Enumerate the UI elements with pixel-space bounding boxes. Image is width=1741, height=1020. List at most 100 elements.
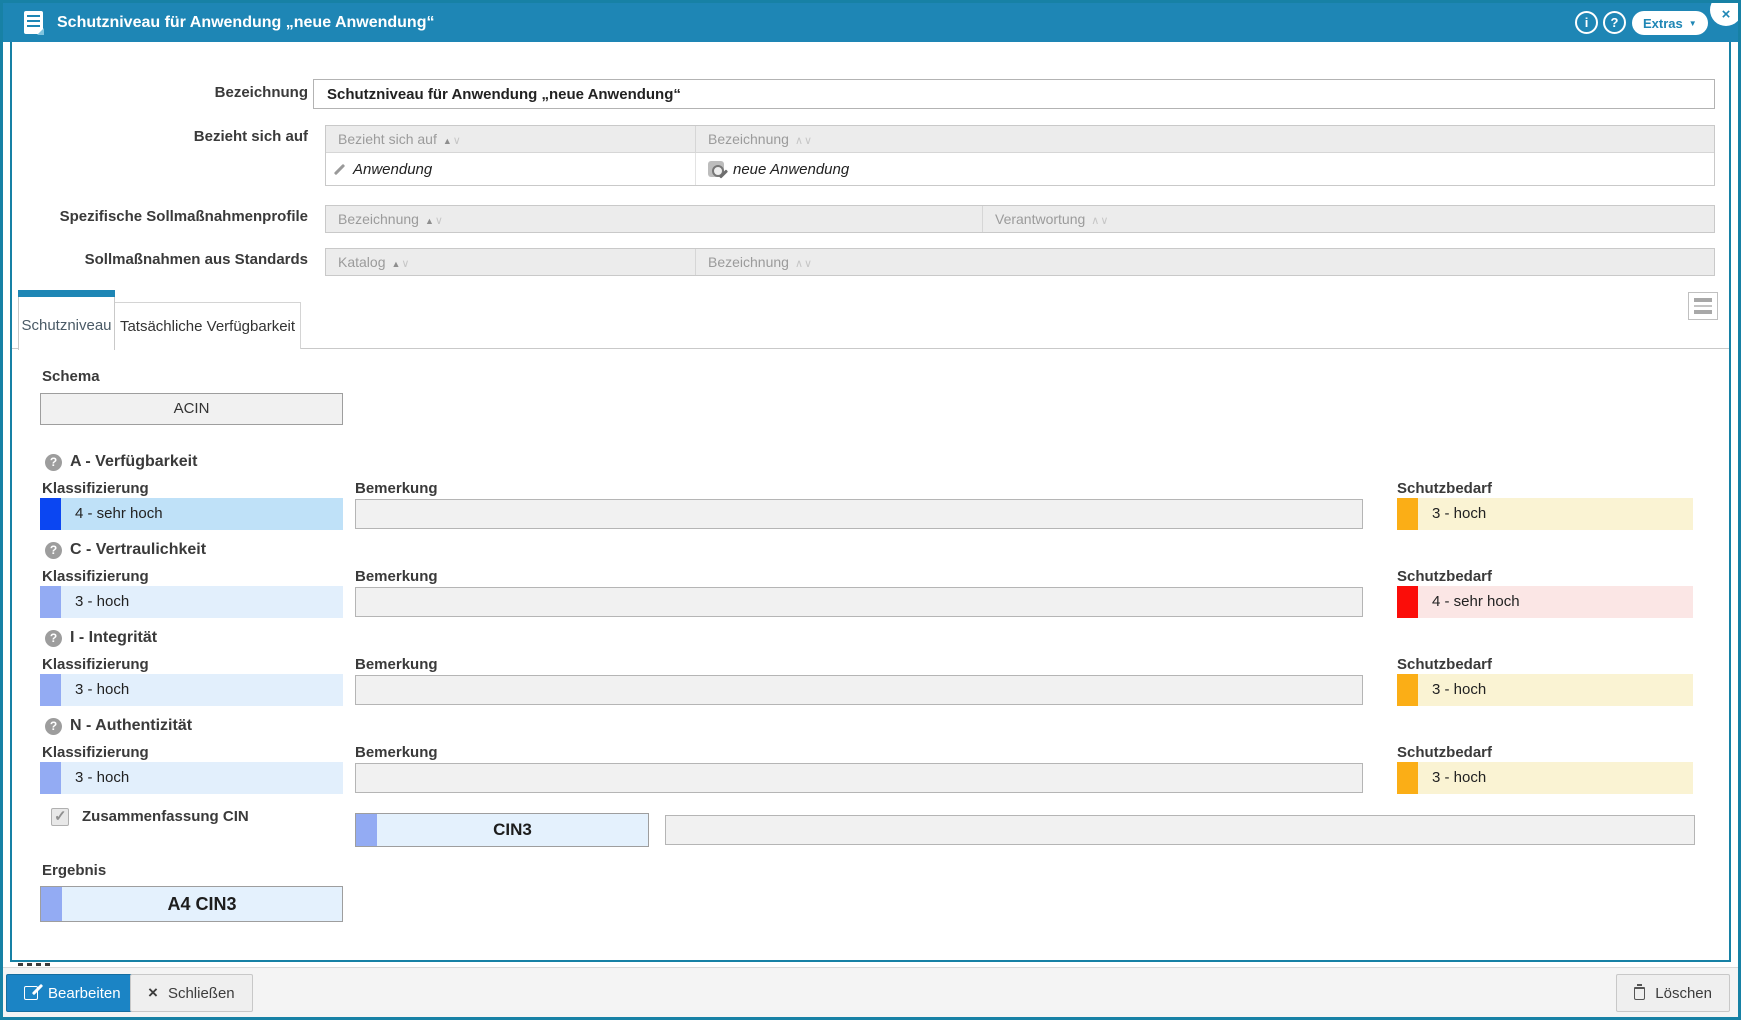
bezeichnung-label: Bezeichnung (12, 84, 308, 101)
klassifizierung-label: Klassifizierung (42, 656, 149, 673)
table-row[interactable]: Anwendung neue Anwendung (326, 152, 1714, 185)
table-header-row: Katalog Bezeichnung (326, 249, 1714, 275)
schema-label: Schema (42, 368, 100, 385)
schutzbedarf-value: 3 - hoch (1397, 674, 1693, 706)
content-panel: Bezeichnung Bezieht sich auf Spezifische… (10, 42, 1731, 962)
section-title: C - Vertraulichkeit (70, 541, 206, 559)
sort-icon (443, 126, 462, 154)
klassifizierung-select[interactable]: 3 - hoch (40, 586, 343, 618)
close-icon: × (1722, 6, 1731, 23)
schema-value-button[interactable]: ACIN (40, 393, 343, 425)
sollmassnahmenprofile-table: Bezeichnung Verantwortung (325, 205, 1715, 233)
section-title: I - Integrität (70, 629, 157, 647)
hamburger-icon (1694, 298, 1712, 302)
window-title: Schutzniveau für Anwendung „neue Anwendu… (57, 3, 434, 42)
edit-pencil-icon (24, 986, 38, 1000)
help-button[interactable]: ? (1603, 11, 1626, 34)
sort-icon (1091, 206, 1109, 234)
bezieht-sich-auf-table: Bezieht sich auf Bezeichnung Anwendung n… (325, 125, 1715, 186)
schutzbedarf-value: 3 - hoch (1397, 762, 1693, 794)
section-i-integritaet: I - Integrität Klassifizierung Bemerkung… (12, 629, 1729, 717)
chevron-down-icon: ▼ (1689, 19, 1697, 28)
sort-icon (425, 206, 444, 234)
schutzbedarf-color-strip (1397, 762, 1418, 794)
list-view-button[interactable] (1688, 292, 1718, 320)
loeschen-button[interactable]: Löschen (1616, 974, 1730, 1012)
classification-color-strip (40, 498, 61, 530)
column-header-verantwortung[interactable]: Verantwortung (983, 206, 1714, 232)
klassifizierung-label: Klassifizierung (42, 568, 149, 585)
sollmassnahmen-standards-table: Katalog Bezeichnung (325, 248, 1715, 276)
bemerkung-label: Bemerkung (355, 568, 438, 585)
schutzbedarf-color-strip (1397, 586, 1418, 618)
sort-icon (795, 126, 813, 154)
klassifizierung-select[interactable]: 3 - hoch (40, 674, 343, 706)
bearbeiten-button[interactable]: Bearbeiten (6, 974, 139, 1012)
column-header-katalog[interactable]: Katalog (326, 249, 696, 275)
tab-tatsaechliche-verfuegbarkeit[interactable]: Tatsächliche Verfügbarkeit (115, 302, 301, 349)
ergebnis-color-strip (41, 887, 62, 921)
section-c-vertraulichkeit: C - Vertraulichkeit Klassifizierung Beme… (12, 541, 1729, 629)
classification-color-strip (40, 762, 61, 794)
bemerkung-input[interactable] (355, 499, 1363, 529)
cin-summary-bemerkung[interactable] (665, 815, 1695, 845)
bemerkung-label: Bemerkung (355, 656, 438, 673)
klassifizierung-select[interactable]: 4 - sehr hoch (40, 498, 343, 530)
tab-schutzniveau[interactable]: Schutzniveau (18, 290, 115, 350)
document-icon (24, 11, 43, 34)
zusammenfassung-cin-checkbox[interactable] (51, 808, 69, 826)
bemerkung-input[interactable] (355, 763, 1363, 793)
bemerkung-label: Bemerkung (355, 480, 438, 497)
cell-object-name: neue Anwendung (696, 153, 1714, 185)
extras-dropdown-button[interactable]: Extras ▼ (1632, 11, 1708, 35)
pencil-icon (334, 163, 345, 174)
column-header-bezeichnung[interactable]: Bezeichnung (696, 249, 1714, 275)
section-title: A - Verfügbarkeit (70, 453, 197, 471)
trash-icon (1634, 987, 1645, 1000)
section-n-authentizitaet: N - Authentizität Klassifizierung Bemerk… (12, 717, 1729, 805)
schutzbedarf-value: 3 - hoch (1397, 498, 1693, 530)
cin-color-strip (356, 814, 377, 846)
ergebnis-label: Ergebnis (42, 862, 106, 879)
bemerkung-input[interactable] (355, 587, 1363, 617)
bemerkung-input[interactable] (355, 675, 1363, 705)
info-button[interactable]: i (1575, 11, 1598, 34)
schutzbedarf-label: Schutzbedarf (1397, 480, 1492, 497)
schutzbedarf-label: Schutzbedarf (1397, 568, 1492, 585)
bemerkung-label: Bemerkung (355, 744, 438, 761)
sort-icon (795, 249, 813, 277)
sort-icon (391, 249, 410, 277)
column-header-bezieht-sich-auf[interactable]: Bezieht sich auf (326, 126, 696, 152)
zusammenfassung-cin-label: Zusammenfassung CIN (82, 808, 249, 826)
column-header-bezeichnung[interactable]: Bezeichnung (696, 126, 1714, 152)
schutzbedarf-value: 4 - sehr hoch (1397, 586, 1693, 618)
sollmassnahmen-standards-label: Sollmaßnahmen aus Standards (12, 251, 308, 268)
extras-label: Extras (1643, 16, 1683, 31)
close-button[interactable]: × (1710, 0, 1741, 26)
schutzbedarf-color-strip (1397, 674, 1418, 706)
close-x-icon: × (148, 986, 158, 1000)
titlebar: Schutzniveau für Anwendung „neue Anwendu… (3, 3, 1738, 42)
cin-summary-value: CIN3 (355, 813, 649, 847)
footer-toolbar: Bearbeiten × Schließen Löschen (3, 967, 1738, 1017)
help-circle-icon[interactable] (45, 718, 62, 735)
klassifizierung-label: Klassifizierung (42, 480, 149, 497)
cell-object-type: Anwendung (326, 153, 696, 185)
table-header-row: Bezeichnung Verantwortung (326, 206, 1714, 232)
table-header-row: Bezieht sich auf Bezeichnung (326, 126, 1714, 152)
help-circle-icon[interactable] (45, 630, 62, 647)
classification-color-strip (40, 674, 61, 706)
bezeichnung-input[interactable] (313, 79, 1715, 109)
help-circle-icon[interactable] (45, 542, 62, 559)
column-header-bezeichnung[interactable]: Bezeichnung (326, 206, 983, 232)
bezieht-sich-auf-label: Bezieht sich auf (12, 128, 308, 145)
klassifizierung-select[interactable]: 3 - hoch (40, 762, 343, 794)
klassifizierung-label: Klassifizierung (42, 744, 149, 761)
record-window: Schutzniveau für Anwendung „neue Anwendu… (0, 0, 1741, 1020)
schutzbedarf-color-strip (1397, 498, 1418, 530)
schutzbedarf-label: Schutzbedarf (1397, 744, 1492, 761)
schliessen-button[interactable]: × Schließen (130, 974, 253, 1012)
help-circle-icon[interactable] (45, 454, 62, 471)
schutzbedarf-label: Schutzbedarf (1397, 656, 1492, 673)
classification-color-strip (40, 586, 61, 618)
